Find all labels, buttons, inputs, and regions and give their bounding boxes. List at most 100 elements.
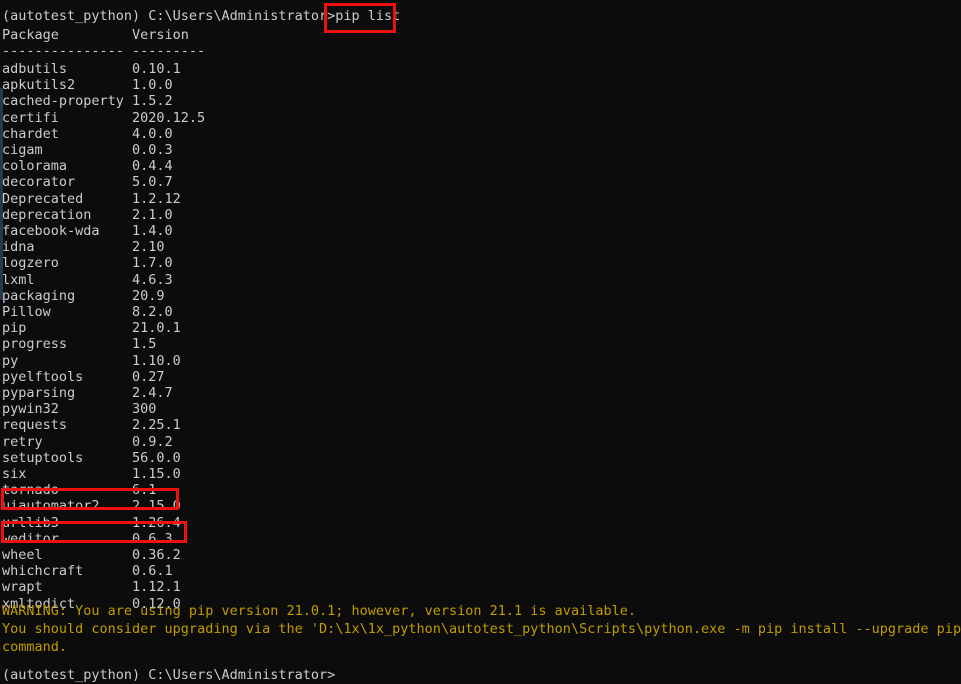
package-name: chardet bbox=[2, 125, 59, 142]
package-version: 6.1 bbox=[132, 482, 157, 499]
package-row: py 1.10.0 bbox=[2, 353, 181, 369]
package-name: apkutils2 bbox=[2, 77, 76, 94]
header-version: Version bbox=[132, 27, 189, 43]
package-name: retry bbox=[2, 433, 43, 450]
prompt-line-top: (autotest_python) C:\Users\Administrator… bbox=[2, 8, 400, 24]
package-row: certifi 2020.12.5 bbox=[2, 110, 205, 126]
package-row: cigam 0.0.3 bbox=[2, 142, 173, 158]
package-version: 5.0.7 bbox=[132, 174, 173, 191]
package-row: packaging 20.9 bbox=[2, 288, 165, 304]
package-version: 4.6.3 bbox=[132, 271, 173, 288]
package-row: adbutils 0.10.1 bbox=[2, 61, 181, 77]
package-row: urllib3 1.26.4 bbox=[2, 515, 181, 531]
package-version: 1.7.0 bbox=[132, 255, 173, 272]
package-version: 2.1.0 bbox=[132, 206, 173, 223]
package-version: 2.10 bbox=[132, 239, 165, 256]
package-version: 0.10.1 bbox=[132, 61, 181, 77]
package-version: 1.15.0 bbox=[132, 466, 181, 482]
package-version: 2020.12.5 bbox=[132, 109, 206, 126]
package-row: wrapt 1.12.1 bbox=[2, 579, 181, 595]
package-row: pyelftools 0.27 bbox=[2, 369, 165, 385]
package-row: setuptools 56.0.0 bbox=[2, 450, 181, 466]
package-version: 21.0.1 bbox=[132, 320, 181, 337]
table-separator: --------------- --------- bbox=[2, 43, 205, 59]
package-row: six 1.15.0 bbox=[2, 466, 181, 482]
package-row: tornado 6.1 bbox=[2, 482, 156, 498]
package-name: urllib3 bbox=[2, 514, 59, 531]
package-row: weditor 0.6.3 bbox=[2, 531, 173, 547]
package-row: colorama 0.4.4 bbox=[2, 158, 173, 174]
package-name: lxml bbox=[2, 271, 35, 288]
separator-version: --------- bbox=[132, 43, 206, 59]
package-row: whichcraft 0.6.1 bbox=[2, 563, 173, 579]
package-row: uiautomator2 2.15.0 bbox=[2, 498, 181, 514]
package-row: wheel 0.36.2 bbox=[2, 547, 181, 563]
prompt-line-bottom: (autotest_python) C:\Users\Administrator… bbox=[2, 667, 336, 683]
warning-line-2: You should consider upgrading via the 'D… bbox=[2, 621, 961, 637]
package-name: requests bbox=[2, 417, 68, 434]
package-version: 56.0.0 bbox=[132, 449, 181, 466]
package-name: decorator bbox=[2, 174, 76, 191]
package-version: 1.26.4 bbox=[132, 514, 181, 531]
package-version: 1.4.0 bbox=[132, 223, 173, 239]
package-row: progress 1.5 bbox=[2, 336, 156, 352]
header-package: Package bbox=[2, 27, 59, 43]
package-name: tornado bbox=[2, 482, 59, 499]
package-version: 1.2.12 bbox=[132, 190, 181, 207]
package-row: lxml 4.6.3 bbox=[2, 272, 173, 288]
package-row: pyparsing 2.4.7 bbox=[2, 385, 173, 401]
command-text: pip list bbox=[335, 8, 401, 24]
package-version: 0.4.4 bbox=[132, 158, 173, 175]
package-row: deprecation 2.1.0 bbox=[2, 207, 173, 223]
package-name: packaging bbox=[2, 287, 76, 304]
package-name: wrapt bbox=[2, 579, 43, 596]
package-row: cached-property 1.5.2 bbox=[2, 93, 173, 109]
package-version: 20.9 bbox=[132, 287, 165, 304]
package-name: adbutils bbox=[2, 61, 68, 77]
package-name: six bbox=[2, 466, 27, 482]
package-name: logzero bbox=[2, 255, 59, 272]
package-name: py bbox=[2, 352, 19, 369]
package-name: wheel bbox=[2, 547, 43, 563]
package-name: facebook-wda bbox=[2, 223, 100, 239]
package-name: pyelftools bbox=[2, 368, 84, 385]
package-name: cached-property bbox=[2, 93, 124, 110]
package-row: requests 2.25.1 bbox=[2, 417, 181, 433]
package-version: 1.0.0 bbox=[132, 77, 173, 94]
warning-line-3: command. bbox=[2, 639, 68, 655]
package-row: apkutils2 1.0.0 bbox=[2, 77, 173, 93]
package-version: 8.2.0 bbox=[132, 304, 173, 320]
package-version: 1.5.2 bbox=[132, 93, 173, 110]
package-row: logzero 1.7.0 bbox=[2, 255, 173, 271]
package-row: pywin32 300 bbox=[2, 401, 156, 417]
package-name: certifi bbox=[2, 109, 59, 126]
package-version: 0.36.2 bbox=[132, 547, 181, 563]
package-name: setuptools bbox=[2, 449, 84, 466]
package-name: pip bbox=[2, 320, 27, 337]
package-name: progress bbox=[2, 336, 68, 353]
package-name: pyparsing bbox=[2, 385, 76, 401]
package-version: 0.6.1 bbox=[132, 563, 173, 580]
package-row: facebook-wda 1.4.0 bbox=[2, 223, 173, 239]
package-version: 0.0.3 bbox=[132, 142, 173, 158]
table-header: Package Version bbox=[2, 27, 189, 43]
package-name: weditor bbox=[2, 530, 59, 547]
package-version: 1.5 bbox=[132, 336, 157, 353]
package-name: pywin32 bbox=[2, 401, 59, 418]
package-version: 2.4.7 bbox=[132, 385, 173, 401]
package-name: deprecation bbox=[2, 206, 92, 223]
package-name: cigam bbox=[2, 142, 43, 158]
package-row: idna 2.10 bbox=[2, 239, 165, 255]
package-name: whichcraft bbox=[2, 563, 84, 580]
package-name: idna bbox=[2, 239, 35, 256]
package-name: uiautomator2 bbox=[2, 498, 100, 515]
package-row: pip 21.0.1 bbox=[2, 320, 181, 336]
prompt-text: (autotest_python) C:\Users\Administrator… bbox=[2, 8, 336, 24]
package-row: retry 0.9.2 bbox=[2, 434, 173, 450]
terminal-window[interactable]: (autotest_python) C:\Users\Administrator… bbox=[0, 0, 961, 684]
package-version: 0.6.3 bbox=[132, 530, 173, 547]
package-name: Pillow bbox=[2, 304, 51, 320]
package-version: 1.12.1 bbox=[132, 579, 181, 596]
package-row: Deprecated 1.2.12 bbox=[2, 191, 181, 207]
package-version: 2.25.1 bbox=[132, 417, 181, 434]
